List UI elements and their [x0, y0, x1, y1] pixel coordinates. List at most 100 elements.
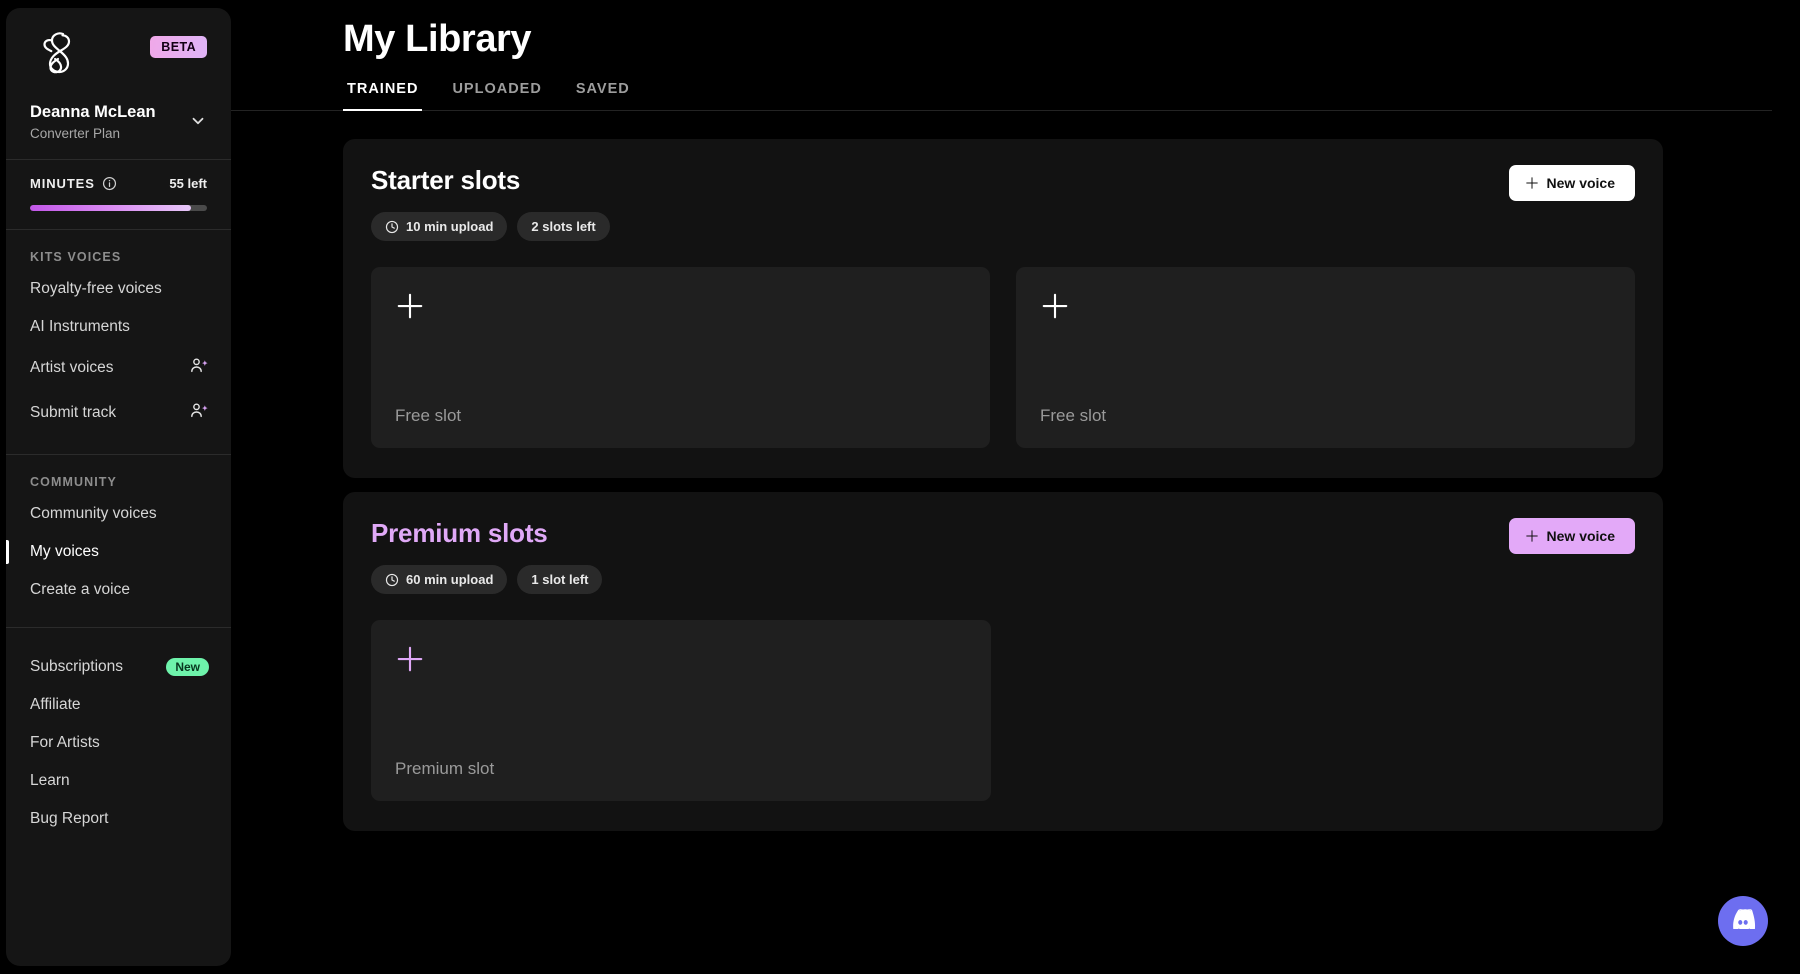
account-info: Deanna McLean Converter Plan: [30, 102, 156, 141]
minutes-header: MINUTES 55 left: [30, 176, 207, 191]
sidebar-item-label: Submit track: [30, 404, 116, 422]
clock-icon: [385, 573, 399, 587]
sidebar-item-label: Create a voice: [30, 581, 130, 599]
section-badge: 1 slot left: [517, 565, 602, 594]
section-heading-group: Premium slots 60 min upload 1 slot left: [371, 518, 602, 594]
section-badge: 10 min upload: [371, 212, 507, 241]
section-title: Premium slots: [371, 518, 602, 549]
section-badges: 60 min upload 1 slot left: [371, 565, 602, 594]
chevron-down-icon[interactable]: [189, 112, 207, 130]
slot-card[interactable]: Free slot: [1016, 267, 1635, 448]
sidebar-item-accessory: [189, 401, 209, 426]
sidebar-spacer: [6, 856, 231, 966]
tab-trained[interactable]: TRAINED: [343, 81, 422, 111]
slot-card[interactable]: Free slot: [371, 267, 990, 448]
plus-icon: [395, 644, 425, 674]
sidebar-item-bug-report[interactable]: Bug Report: [6, 800, 231, 838]
sidebar-item-subscriptions[interactable]: Subscriptions New: [6, 648, 231, 686]
minutes-progress-fill: [30, 205, 191, 211]
clock-icon: [385, 220, 399, 234]
section-badge-label: 2 slots left: [531, 219, 595, 234]
info-circle-icon[interactable]: [102, 176, 117, 191]
sidebar-item-label: Learn: [30, 772, 70, 790]
beta-badge: BETA: [150, 36, 207, 58]
sidebar-item-community-voices[interactable]: Community voices: [6, 495, 231, 533]
sidebar-item-label: For Artists: [30, 734, 100, 752]
minutes-label: MINUTES: [30, 176, 95, 191]
sidebar-header: BETA Deanna McLean Converter Plan: [6, 8, 231, 159]
sections-container: Starter slots 10 min upload 2 slots left Ne…: [231, 111, 1786, 831]
sidebar-group: KITS VOICES Royalty-free voices AI Instrum…: [6, 230, 231, 454]
sidebar-item-label: Artist voices: [30, 359, 114, 377]
sidebar-item-artist-voices[interactable]: Artist voices: [6, 346, 231, 391]
minutes-remaining: 55 left: [169, 176, 207, 191]
new-voice-button-label: New voice: [1547, 175, 1615, 191]
section-heading-group: Starter slots 10 min upload 2 slots left: [371, 165, 610, 241]
sidebar-group-title: KITS VOICES: [6, 250, 231, 270]
section-badge-label: 10 min upload: [406, 219, 493, 234]
sidebar-item-label: My voices: [30, 543, 99, 561]
sidebar-group: Subscriptions New Affiliate For Artists Lear…: [6, 628, 231, 856]
slot-list: Premium slot: [371, 620, 1635, 801]
sidebar-item-for-artists[interactable]: For Artists: [6, 724, 231, 762]
discord-icon: [1730, 909, 1756, 934]
sidebar-group: COMMUNITYCommunity voices My voices Create…: [6, 455, 231, 627]
sidebar-item-accessory: New: [166, 658, 209, 676]
section-badge-label: 1 slot left: [531, 572, 588, 587]
tab-uploaded[interactable]: UPLOADED: [448, 81, 545, 111]
main-content: My Library TRAINED UPLOADED SAVED Starter …: [231, 0, 1800, 974]
new-badge: New: [166, 658, 209, 676]
page-title: My Library: [231, 0, 1786, 61]
sidebar-item-label: Royalty-free voices: [30, 280, 162, 298]
sidebar-item-create-a-voice[interactable]: Create a voice: [6, 571, 231, 609]
sidebar-group-title: COMMUNITY: [6, 475, 231, 495]
sidebar-item-ai-instruments[interactable]: AI Instruments: [6, 308, 231, 346]
section-badges: 10 min upload 2 slots left: [371, 212, 610, 241]
new-voice-button[interactable]: New voice: [1509, 518, 1635, 554]
sidebar-item-my-voices[interactable]: My voices: [6, 533, 231, 571]
minutes-label-group: MINUTES: [30, 176, 117, 191]
account-name: Deanna McLean: [30, 102, 156, 123]
plus-icon: [1040, 291, 1070, 321]
section-card: Premium slots 60 min upload 1 slot left New…: [343, 492, 1663, 831]
sidebar-item-label: Bug Report: [30, 810, 108, 828]
slot-card[interactable]: Premium slot: [371, 620, 991, 801]
section-badge: 2 slots left: [517, 212, 609, 241]
sidebar: BETA Deanna McLean Converter Plan MINUTE…: [6, 8, 231, 966]
tab-saved[interactable]: SAVED: [572, 81, 634, 111]
user-sparkle-icon: [189, 356, 209, 381]
new-voice-button[interactable]: New voice: [1509, 165, 1635, 201]
section-badge-label: 60 min upload: [406, 572, 493, 587]
brand-row: BETA: [30, 26, 207, 80]
minutes-progress-track: [30, 205, 207, 211]
sidebar-nav: KITS VOICES Royalty-free voices AI Instrum…: [6, 230, 231, 856]
minutes-block: MINUTES 55 left: [6, 160, 231, 229]
sidebar-item-label: AI Instruments: [30, 318, 130, 336]
section-title: Starter slots: [371, 165, 610, 196]
new-voice-button-label: New voice: [1547, 528, 1615, 544]
sidebar-item-label: Affiliate: [30, 696, 81, 714]
sidebar-item-royalty-free-voices[interactable]: Royalty-free voices: [6, 270, 231, 308]
kits-ampersand-logo-icon[interactable]: [30, 26, 84, 80]
slot-label: Free slot: [395, 406, 966, 426]
section-badge: 60 min upload: [371, 565, 507, 594]
account-plan: Converter Plan: [30, 126, 156, 141]
section-card: Starter slots 10 min upload 2 slots left Ne…: [343, 139, 1663, 478]
section-header: Premium slots 60 min upload 1 slot left New…: [371, 518, 1635, 594]
sidebar-item-learn[interactable]: Learn: [6, 762, 231, 800]
discord-chat-button[interactable]: [1718, 896, 1768, 946]
plus-icon: [1525, 529, 1539, 543]
sidebar-item-label: Subscriptions: [30, 658, 123, 676]
section-header: Starter slots 10 min upload 2 slots left Ne…: [371, 165, 1635, 241]
sidebar-item-submit-track[interactable]: Submit track: [6, 391, 231, 436]
slot-label: Free slot: [1040, 406, 1611, 426]
slot-list: Free slot Free slot: [371, 267, 1635, 448]
app-root: BETA Deanna McLean Converter Plan MINUTE…: [0, 0, 1800, 974]
account-switcher[interactable]: Deanna McLean Converter Plan: [30, 102, 207, 159]
user-sparkle-icon: [189, 401, 209, 426]
slot-label: Premium slot: [395, 759, 967, 779]
sidebar-item-affiliate[interactable]: Affiliate: [6, 686, 231, 724]
plus-icon: [395, 291, 425, 321]
sidebar-item-accessory: [189, 356, 209, 381]
plus-icon: [1525, 176, 1539, 190]
